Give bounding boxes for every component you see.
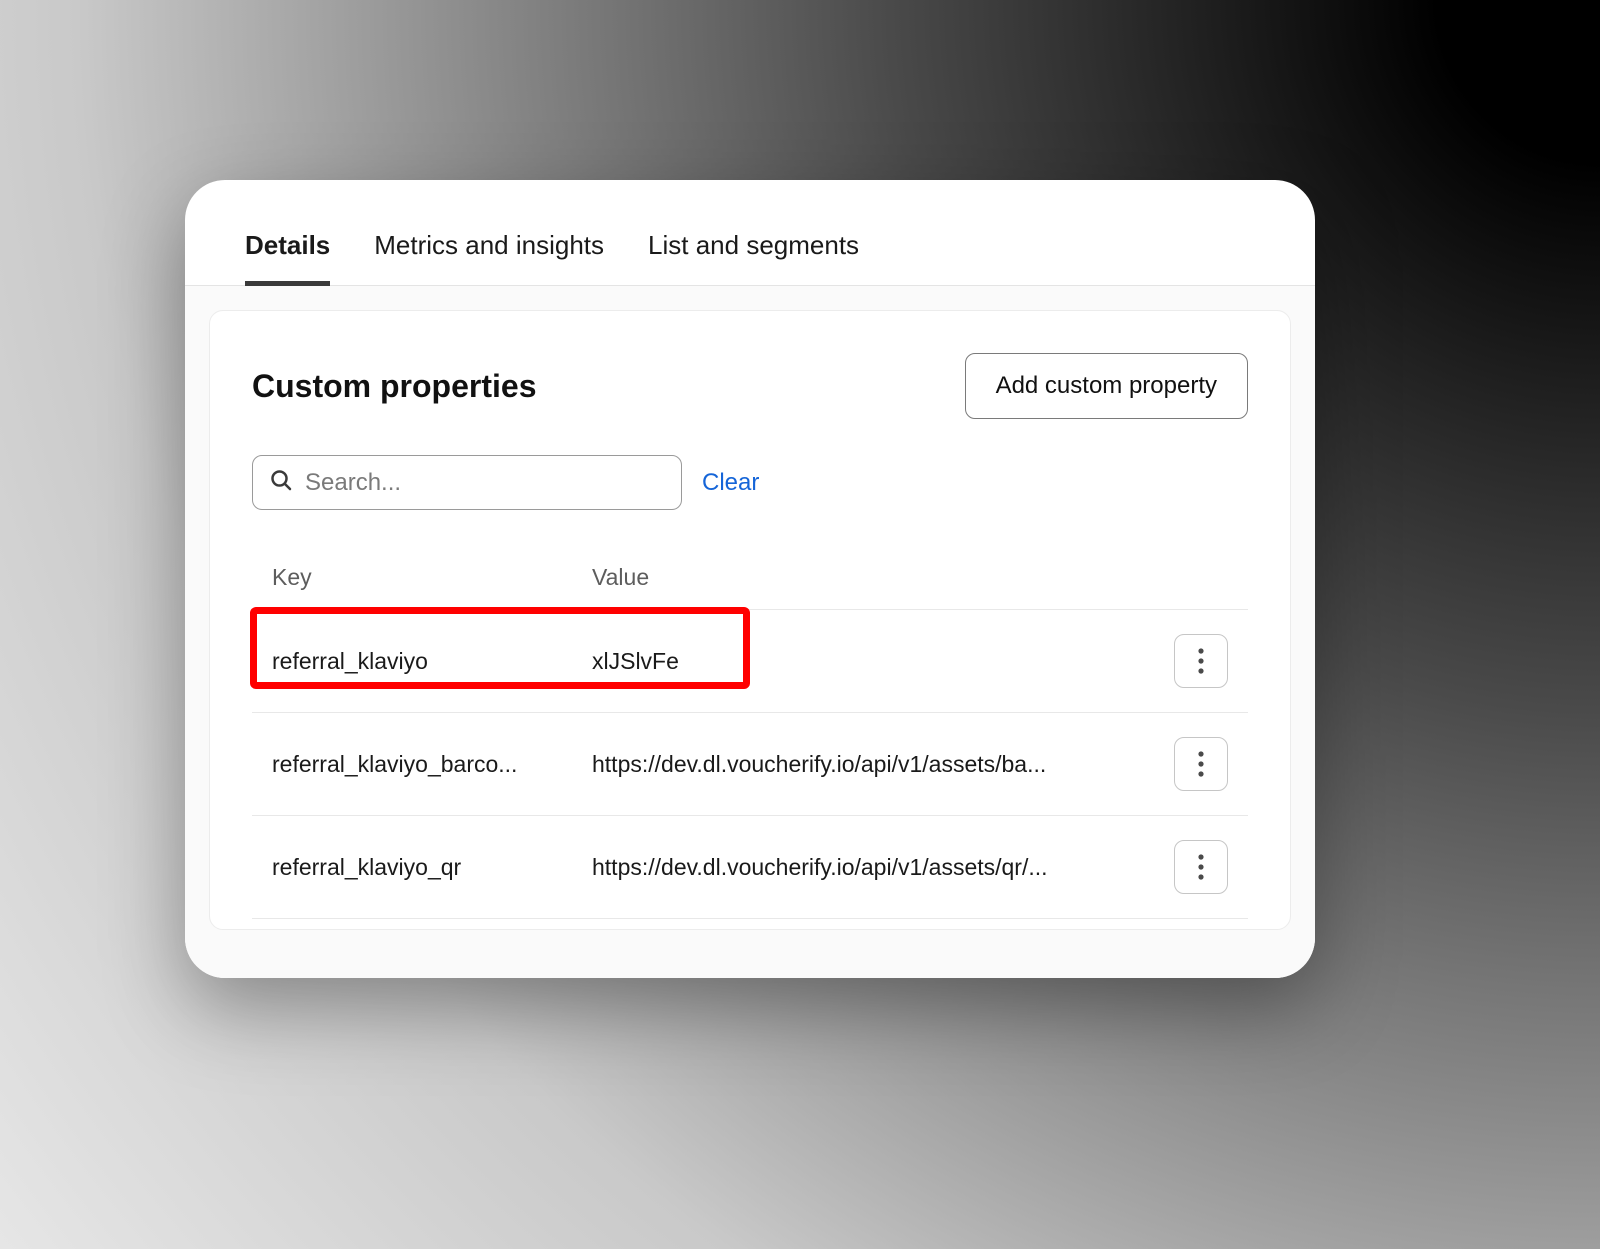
tab-metrics-and-insights[interactable]: Metrics and insights — [374, 230, 604, 286]
panel-header: Custom properties Add custom property — [252, 353, 1248, 419]
clear-button[interactable]: Clear — [702, 469, 759, 497]
panel-wrap: Custom properties Add custom property Cl… — [185, 286, 1315, 978]
search-icon — [269, 468, 293, 497]
search-row: Clear — [252, 455, 1248, 510]
column-header-value: Value — [592, 564, 1158, 591]
kebab-icon — [1198, 854, 1204, 880]
kebab-icon — [1198, 648, 1204, 674]
property-key: referral_klaviyo_qr — [272, 854, 592, 881]
property-key: referral_klaviyo — [272, 648, 592, 675]
row-actions-button[interactable] — [1174, 737, 1228, 791]
property-key: referral_klaviyo_barco... — [272, 751, 592, 778]
row-actions-button[interactable] — [1174, 634, 1228, 688]
add-custom-property-button[interactable]: Add custom property — [965, 353, 1248, 419]
tab-bar: Details Metrics and insights List and se… — [185, 180, 1315, 286]
search-input[interactable] — [305, 469, 665, 497]
search-input-wrap[interactable] — [252, 455, 682, 510]
property-value: https://dev.dl.voucherify.io/api/v1/asse… — [592, 854, 1158, 881]
property-value: https://dev.dl.voucherify.io/api/v1/asse… — [592, 751, 1158, 778]
kebab-icon — [1198, 751, 1204, 777]
property-value: xlJSlvFe — [592, 648, 1158, 675]
tab-details[interactable]: Details — [245, 230, 330, 286]
table-row: referral_klaviyo_qr https://dev.dl.vouch… — [252, 816, 1248, 919]
table-row: referral_klaviyo_barco... https://dev.dl… — [252, 713, 1248, 816]
column-header-key: Key — [272, 564, 592, 591]
tab-list-and-segments[interactable]: List and segments — [648, 230, 859, 286]
panel-title: Custom properties — [252, 368, 536, 405]
custom-properties-panel: Custom properties Add custom property Cl… — [209, 310, 1291, 930]
app-window: Details Metrics and insights List and se… — [185, 180, 1315, 978]
properties-table: Key Value referral_klaviyo xlJSlvFe r — [252, 546, 1248, 919]
table-header: Key Value — [252, 546, 1248, 610]
row-actions-button[interactable] — [1174, 840, 1228, 894]
table-row: referral_klaviyo xlJSlvFe — [252, 610, 1248, 713]
